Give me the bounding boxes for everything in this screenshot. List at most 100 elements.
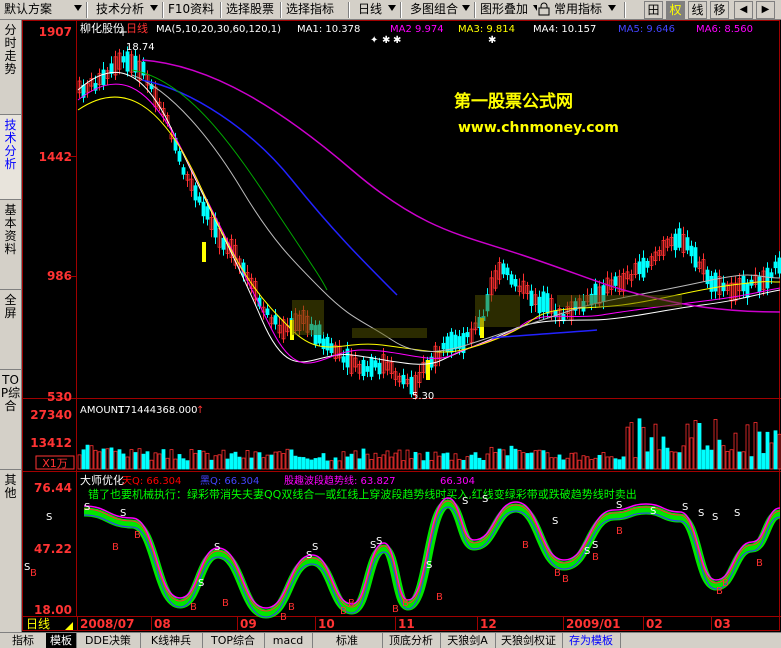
- volume-bar: [121, 453, 126, 470]
- buy-marker: B: [190, 602, 197, 613]
- volume-bar: [457, 458, 462, 470]
- volume-bar: [549, 457, 554, 470]
- candle-body: [193, 185, 198, 201]
- volume-bar: [589, 459, 594, 470]
- toolbar-select-indicator[interactable]: 选择指标: [286, 1, 334, 18]
- toolbar-divider: [162, 2, 164, 18]
- tab-save-template[interactable]: 存为模板: [562, 633, 621, 648]
- chevron-down-icon[interactable]: [150, 5, 158, 11]
- volume-bar: [289, 449, 294, 470]
- left-arrow-icon[interactable]: ◀: [734, 1, 753, 19]
- volume-bar: [517, 450, 522, 470]
- indicator-title: 大师优化: [80, 473, 124, 487]
- volume-bar: [625, 426, 630, 470]
- sell-marker: S: [312, 542, 318, 553]
- x-period-label: 日线: [26, 617, 50, 631]
- sidebar-item-fullscreen[interactable]: 全屏: [0, 290, 21, 370]
- volume-bar: [337, 460, 342, 470]
- chevron-down-icon[interactable]: [462, 5, 470, 11]
- volume-bar: [773, 430, 778, 470]
- toolbar-divider: [400, 2, 402, 18]
- volume-bar: [761, 453, 766, 470]
- volume-bar: [377, 457, 382, 470]
- volume-bar: [397, 449, 402, 470]
- toolbar-multi-chart[interactable]: 多图组合: [410, 1, 458, 18]
- volume-bar: [737, 451, 742, 470]
- volume-bar: [249, 457, 254, 470]
- toolbar-overlay[interactable]: 图形叠加: [480, 1, 528, 18]
- grid-view-button[interactable]: 田: [644, 1, 663, 19]
- volume-bar: [417, 453, 422, 470]
- toolbar-select-stock[interactable]: 选择股票: [226, 1, 274, 18]
- candle-body: [537, 296, 542, 314]
- indicator-value: 天Q: 66.304: [122, 476, 181, 487]
- candle-body: [197, 196, 202, 203]
- volume-bar: [181, 458, 186, 470]
- candle-body: [205, 206, 210, 220]
- tab-dde[interactable]: DDE决策: [76, 633, 141, 648]
- x-tick-label: 03: [714, 617, 731, 631]
- chevron-down-icon[interactable]: [388, 5, 396, 11]
- toolbar-common-indicators[interactable]: 常用指标: [554, 1, 602, 18]
- watermark-url: www.chnmoney.com: [458, 120, 619, 136]
- sidebar-item-basic-info[interactable]: 基本资料: [0, 200, 21, 290]
- volume-bar: [229, 453, 234, 470]
- volume-bar: [501, 449, 506, 470]
- star-icon: ✱: [382, 35, 390, 46]
- x-tick-label: 09: [240, 617, 257, 631]
- tab-wolf-sword-a[interactable]: 天狼剑A: [440, 633, 496, 648]
- candle-body: [673, 233, 678, 251]
- candle-body: [509, 274, 514, 285]
- tab-indicator[interactable]: 指标: [0, 633, 47, 648]
- chevron-down-icon[interactable]: [608, 5, 616, 11]
- toolbar-divider: [348, 2, 350, 18]
- ma-line-5: [141, 79, 398, 296]
- tab-template[interactable]: 模板: [46, 633, 77, 648]
- toolbar-f10[interactable]: F10资料: [168, 1, 214, 18]
- tab-top-composite[interactable]: TOP综合: [202, 633, 265, 648]
- volume-bar: [277, 451, 282, 470]
- high-label: 18.74: [126, 42, 155, 53]
- volume-bar: [165, 457, 170, 470]
- chart-area[interactable]: 柳化股份 日线 MA(5,10,20,30,60,120,1) MA1: 10.…: [22, 20, 781, 632]
- toolbar-tech-analysis[interactable]: 技术分析: [96, 1, 144, 18]
- candle-body: [501, 263, 506, 275]
- ma-value: MA1: 10.378: [297, 24, 360, 35]
- tab-top-bottom[interactable]: 顶底分析: [382, 633, 441, 648]
- right-arrow-icon[interactable]: ▶: [756, 1, 775, 19]
- tab-standard[interactable]: 标准: [312, 633, 383, 648]
- volume-bar: [329, 460, 334, 470]
- volume-bar: [173, 458, 178, 470]
- corner-triangle-icon[interactable]: [65, 622, 73, 630]
- tab-kline-soldier[interactable]: K线神兵: [140, 633, 203, 648]
- toolbar-scheme[interactable]: 默认方案: [4, 1, 52, 18]
- ma-line-3: [77, 96, 781, 353]
- x-tick-label: 02: [646, 617, 663, 631]
- volume-bar: [273, 451, 278, 470]
- tab-wolf-sword-warrant[interactable]: 天狼剑权证: [495, 633, 563, 648]
- toolbar-period[interactable]: 日线: [358, 1, 382, 18]
- candle-body: [641, 257, 646, 278]
- volume-bar: [505, 455, 510, 470]
- candle-body: [645, 260, 650, 268]
- sell-marker: S: [482, 494, 488, 505]
- lock-icon[interactable]: [537, 1, 551, 17]
- volume-bar: [509, 445, 514, 470]
- ma-line-1: [77, 71, 781, 365]
- volume-bar: [645, 451, 650, 470]
- volume-bar: [105, 448, 110, 470]
- tab-macd[interactable]: macd: [264, 633, 313, 648]
- chevron-down-icon[interactable]: [74, 5, 82, 11]
- volume-bar: [533, 450, 538, 470]
- candle-body: [541, 291, 546, 312]
- rights-button[interactable]: 权: [666, 1, 685, 19]
- volume-bar: [569, 452, 574, 470]
- sidebar-item-top[interactable]: TOP综合: [0, 370, 21, 470]
- line-button[interactable]: 线: [688, 1, 707, 19]
- sidebar-item-other[interactable]: 其他: [0, 470, 21, 632]
- volume-bar: [157, 453, 162, 470]
- candle-body: [201, 201, 206, 217]
- move-button[interactable]: 移: [710, 1, 729, 19]
- sidebar-item-intraday[interactable]: 分时走势: [0, 20, 21, 115]
- sidebar-item-tech-analysis[interactable]: 技术分析: [0, 115, 21, 200]
